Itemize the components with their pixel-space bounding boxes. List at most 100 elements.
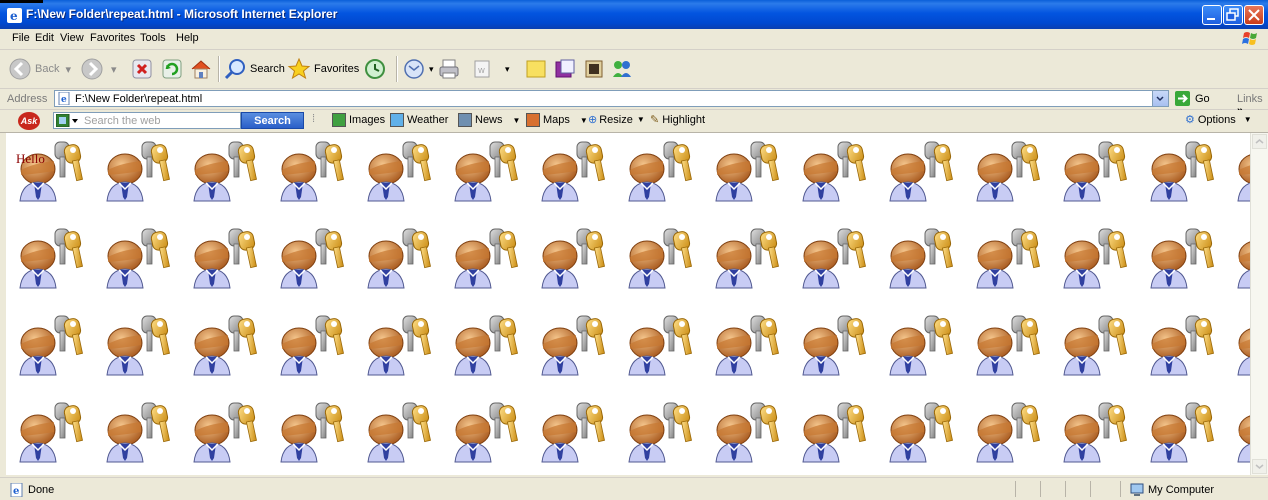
home-button[interactable] — [189, 54, 216, 84]
go-button[interactable]: Go — [1175, 91, 1210, 106]
options-dropdown-icon[interactable]: ▼ — [1244, 115, 1252, 124]
favorites-star-icon — [287, 57, 311, 80]
ask-news-label: News — [475, 114, 503, 126]
svg-text:e: e — [10, 9, 18, 23]
ask-logo[interactable]: Ask — [18, 112, 40, 130]
address-input[interactable]: e F:\New Folder\repeat.html — [54, 90, 1169, 107]
minimize-button[interactable] — [1202, 5, 1222, 25]
back-button[interactable]: Back ▾ — [8, 54, 71, 84]
maps-dropdown-icon[interactable]: ▼ — [580, 116, 588, 125]
print-button[interactable] — [437, 54, 464, 84]
edit-button[interactable]: W ▾ — [470, 54, 510, 84]
svg-text:W: W — [478, 67, 485, 75]
chevron-up-icon — [1255, 139, 1264, 144]
title-bar-top-edge — [0, 0, 43, 3]
search-button[interactable]: Search — [223, 54, 285, 84]
ask-weather-label: Weather — [407, 114, 449, 126]
ask-news-button[interactable]: News ▼ — [458, 113, 520, 127]
history-button[interactable] — [363, 54, 390, 84]
ask-weather-button[interactable]: Weather — [390, 113, 448, 127]
search-icon — [224, 59, 245, 80]
media-button[interactable] — [582, 54, 609, 84]
research-button[interactable] — [553, 54, 580, 84]
search-label: Search — [250, 63, 285, 75]
chevron-down-icon — [1156, 96, 1164, 102]
discuss-button[interactable] — [524, 54, 551, 84]
restore-icon — [1226, 8, 1239, 21]
maps-icon — [526, 113, 540, 127]
address-label: Address — [7, 93, 48, 105]
back-arrow-icon — [9, 58, 31, 80]
search-engine-icon[interactable] — [56, 114, 80, 127]
ask-maps-button[interactable]: Maps ▼ — [526, 113, 588, 127]
vertical-scrollbar[interactable] — [1250, 133, 1268, 475]
stop-button[interactable] — [130, 54, 157, 84]
images-icon — [332, 113, 346, 127]
title-bar[interactable]: e F:\New Folder\repeat.html - Microsoft … — [0, 0, 1268, 30]
standard-toolbar: Back ▾ ▾ Search Favorites ▾ W ▾ — [0, 50, 1268, 89]
messenger-button[interactable] — [610, 54, 637, 84]
forward-button[interactable]: ▾ — [80, 54, 117, 84]
note-icon — [526, 60, 546, 78]
forward-arrow-icon — [81, 58, 103, 80]
toolbar-grip[interactable]: ⁞ — [312, 113, 315, 125]
edit-dropdown-icon[interactable]: ▾ — [505, 64, 510, 75]
hello-text: Hello — [16, 151, 45, 166]
ask-search-button[interactable]: Search — [241, 112, 304, 129]
resize-icon: ⊕ — [588, 114, 598, 126]
scroll-up-button[interactable] — [1252, 134, 1267, 149]
ask-highlight-button[interactable]: ✎ Highlight — [650, 113, 705, 127]
highlight-pen-icon: ✎ — [650, 114, 660, 126]
mail-dropdown-icon[interactable]: ▾ — [429, 64, 434, 75]
ask-resize-label: Resize — [599, 113, 633, 126]
menu-favorites[interactable]: Favorites — [90, 32, 135, 44]
status-cell — [1040, 481, 1041, 497]
favorites-label: Favorites — [314, 63, 360, 75]
weather-icon — [390, 113, 404, 127]
forward-dropdown-icon[interactable]: ▾ — [111, 63, 117, 76]
menu-tools[interactable]: Tools — [140, 32, 166, 44]
my-computer-icon — [1130, 483, 1144, 496]
ask-images-button[interactable]: Images — [332, 113, 385, 127]
status-cell — [1065, 481, 1066, 497]
scroll-down-button[interactable] — [1252, 459, 1267, 474]
menu-file[interactable]: File — [12, 32, 30, 44]
restore-button[interactable] — [1223, 5, 1243, 25]
page-icon: e — [58, 92, 70, 105]
refresh-icon — [162, 59, 182, 79]
print-icon — [439, 59, 459, 79]
ask-toolbar: Ask Search the web Search ⁞ Images Weath… — [0, 110, 1268, 133]
address-bar: Address e F:\New Folder\repeat.html Go L… — [0, 89, 1268, 117]
favorites-button[interactable]: Favorites — [287, 54, 359, 84]
media-icon — [585, 60, 603, 78]
messenger-icon — [613, 61, 631, 77]
ie-page-icon: e — [10, 483, 23, 497]
toolbar-separator — [396, 56, 398, 82]
resize-dropdown-icon[interactable]: ▼ — [637, 115, 645, 124]
menu-help[interactable]: Help — [176, 32, 199, 44]
news-dropdown-icon[interactable]: ▼ — [513, 116, 521, 125]
window-title: F:\New Folder\repeat.html - Microsoft In… — [26, 7, 338, 21]
zone-label: My Computer — [1148, 484, 1215, 496]
svg-text:e: e — [13, 486, 19, 497]
refresh-button[interactable] — [160, 54, 187, 84]
back-dropdown-icon[interactable]: ▾ — [65, 63, 71, 76]
ask-search-placeholder: Search the web — [84, 115, 161, 127]
edit-page-icon: W — [474, 60, 490, 78]
chevron-down-icon — [1255, 464, 1264, 469]
minimize-icon — [1207, 18, 1215, 20]
menu-edit[interactable]: Edit — [35, 32, 54, 44]
ask-search-input[interactable]: Search the web — [53, 112, 241, 129]
address-dropdown-button[interactable] — [1152, 91, 1168, 106]
close-button[interactable] — [1244, 5, 1264, 25]
ask-resize-button[interactable]: ⊕ Resize ▼ — [588, 113, 645, 127]
mail-button[interactable]: ▾ — [402, 54, 434, 84]
address-url: F:\New Folder\repeat.html — [75, 93, 203, 105]
page-content: Hello — [6, 133, 1250, 475]
menu-view[interactable]: View — [60, 32, 84, 44]
windows-logo-icon — [1242, 32, 1257, 45]
go-arrow-icon — [1175, 91, 1190, 106]
stop-icon — [132, 59, 152, 79]
ask-options-button[interactable]: ⚙ Options ▼ — [1185, 113, 1252, 127]
history-icon — [365, 59, 385, 79]
